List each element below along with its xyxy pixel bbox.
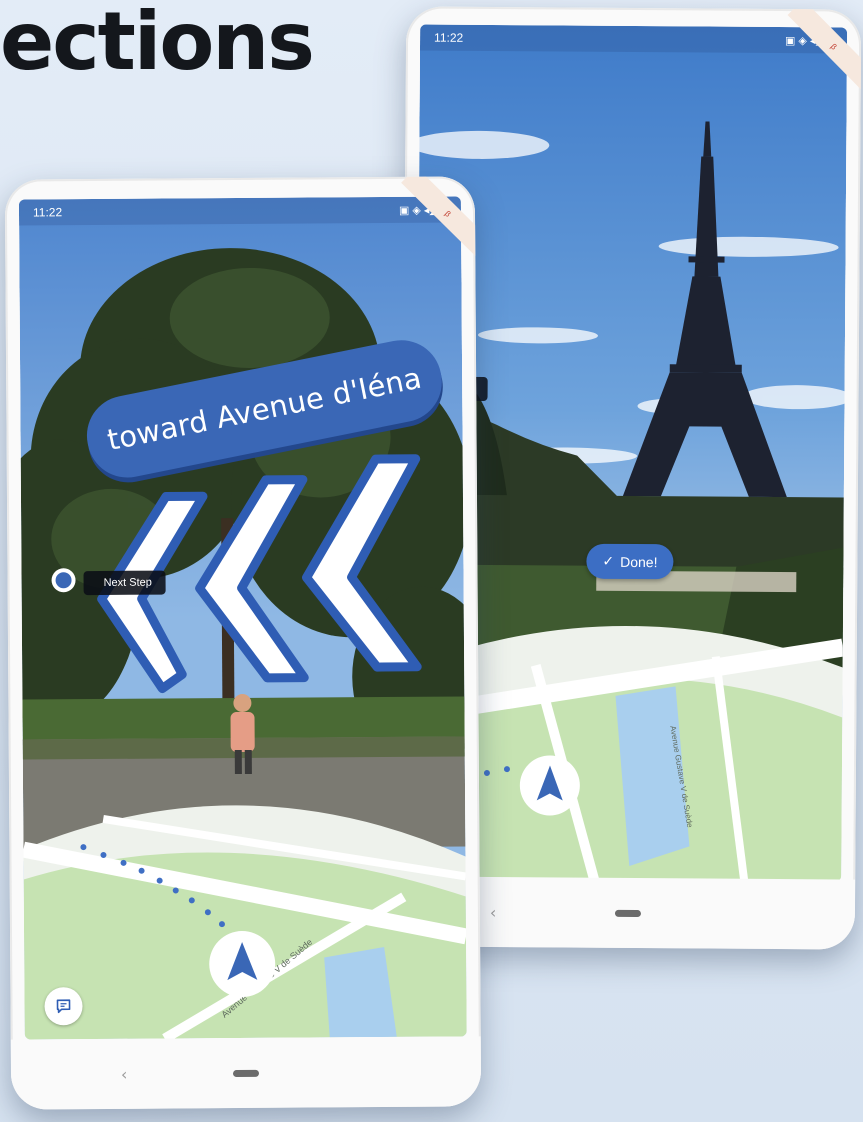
front-nav-bar: ‹ — [10, 1036, 482, 1110]
back-status-time: 11:22 — [434, 30, 464, 45]
chat-button[interactable] — [44, 987, 83, 1026]
next-step-dot-icon[interactable] — [51, 568, 76, 593]
front-map: Avenue Gustave V de Suède — [21, 805, 467, 1040]
back-nav-back-button[interactable]: ‹ — [490, 903, 497, 922]
back-screen: 11:22 ▣ ◈ ◂◢ ▮ Avenue Gustave V de Suède… — [414, 24, 848, 882]
front-screen: 11:22 ▣ ◈ ◂◢ ▮ Avenue V de Suède toward … — [18, 196, 467, 1040]
back-camera-view: Avenue Gustave V de Suède — [414, 24, 848, 882]
back-nav-home-button[interactable] — [614, 909, 641, 917]
front-status-time: 11:22 — [32, 205, 63, 220]
check-icon: ✓ — [602, 552, 615, 569]
done-label: Done! — [620, 553, 658, 570]
message-icon — [56, 999, 71, 1014]
headline: ections — [0, 0, 315, 88]
front-nav-back-button[interactable]: ‹ — [121, 1064, 128, 1083]
front-next-step-text: Next Step — [103, 576, 152, 589]
phone-front: 11:22 ▣ ◈ ◂◢ ▮ Avenue V de Suède toward … — [4, 176, 482, 1110]
done-button[interactable]: ✓ Done! — [586, 543, 674, 580]
front-camera-view: Avenue Gustave V de Suède — [18, 196, 467, 1040]
front-nav-home-button[interactable] — [232, 1069, 260, 1077]
front-status-bar: 11:22 ▣ ◈ ◂◢ ▮ — [18, 196, 462, 226]
back-status-bar: 11:22 ▣ ◈ ◂◢ ▮ — [419, 24, 848, 54]
front-next-step-label[interactable]: Next Step — [83, 570, 166, 596]
